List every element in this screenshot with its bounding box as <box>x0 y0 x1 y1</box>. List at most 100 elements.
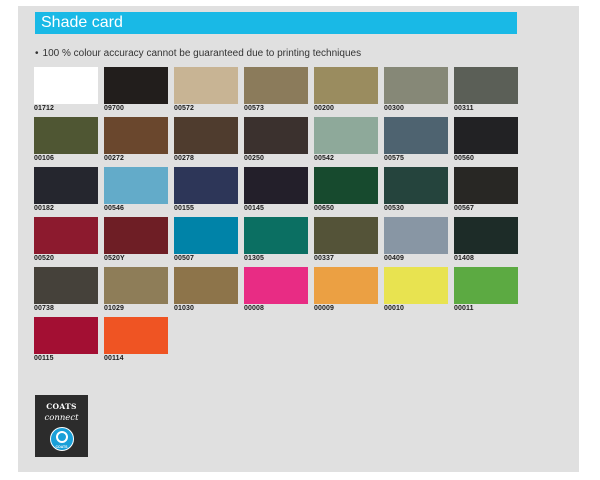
color-swatch: 01305 <box>244 217 308 262</box>
swatch-chip <box>314 67 378 104</box>
swatch-chip <box>174 117 238 154</box>
color-swatch: 00738 <box>34 267 98 312</box>
swatch-code: 01029 <box>104 305 124 312</box>
swatch-chip <box>104 117 168 154</box>
color-swatch: 00572 <box>174 67 238 112</box>
coats-connect-logo: COATS connect COATS <box>35 395 88 457</box>
swatch-code: 00738 <box>34 305 54 312</box>
swatch-chip <box>244 267 308 304</box>
logo-badge-text: COATS <box>55 445 68 449</box>
color-swatch: 00278 <box>174 117 238 162</box>
swatch-chip <box>454 217 518 254</box>
color-swatch: 00155 <box>174 167 238 212</box>
swatch-chip <box>104 267 168 304</box>
swatch-chip <box>384 67 448 104</box>
swatch-code: 00560 <box>454 155 474 162</box>
swatch-code: 00272 <box>104 155 124 162</box>
color-swatch: 00300 <box>384 67 448 112</box>
swatch-code: 00182 <box>34 205 54 212</box>
swatch-code: 00520 <box>34 255 54 262</box>
color-swatch: 00650 <box>314 167 378 212</box>
swatch-code: 00011 <box>454 305 474 312</box>
swatch-chip <box>174 267 238 304</box>
swatch-code: 00010 <box>384 305 404 312</box>
color-swatch: 00560 <box>454 117 518 162</box>
swatch-chip <box>244 217 308 254</box>
color-swatch: 00337 <box>314 217 378 262</box>
color-swatch: 00272 <box>104 117 168 162</box>
swatch-code: 00145 <box>244 205 264 212</box>
logo-brand: COATS <box>46 402 77 411</box>
swatch-code: 00567 <box>454 205 474 212</box>
swatch-code: 01408 <box>454 255 474 262</box>
swatch-chip <box>34 217 98 254</box>
swatch-chip <box>314 167 378 204</box>
swatch-code: 00200 <box>314 105 334 112</box>
swatch-chip <box>104 167 168 204</box>
swatch-code: 00115 <box>34 355 54 362</box>
swatch-chip <box>34 317 98 354</box>
color-swatch: 01030 <box>174 267 238 312</box>
color-swatch: 00200 <box>314 67 378 112</box>
swatch-code: 00573 <box>244 105 264 112</box>
swatch-chip <box>174 167 238 204</box>
disclaimer-text: 100 % colour accuracy cannot be guarante… <box>42 48 362 59</box>
page-title: Shade card <box>35 12 517 34</box>
swatch-chip <box>244 117 308 154</box>
swatch-code: 09700 <box>104 105 124 112</box>
logo-subtitle: connect <box>44 413 79 423</box>
swatch-chip <box>454 67 518 104</box>
swatch-code: 00542 <box>314 155 334 162</box>
swatch-chip <box>34 267 98 304</box>
color-swatch: 0520Y <box>104 217 168 262</box>
swatch-chip <box>244 167 308 204</box>
swatch-code: 01305 <box>244 255 264 262</box>
color-swatch: 00567 <box>454 167 518 212</box>
color-swatch: 00530 <box>384 167 448 212</box>
swatch-chip <box>314 267 378 304</box>
swatch-code: 00008 <box>244 305 264 312</box>
color-swatch: 00011 <box>454 267 518 312</box>
color-swatch: 00575 <box>384 117 448 162</box>
color-swatch: 00250 <box>244 117 308 162</box>
swatch-chip <box>454 267 518 304</box>
color-swatch: 00145 <box>244 167 308 212</box>
color-swatch: 00409 <box>384 217 448 262</box>
color-swatch: 00546 <box>104 167 168 212</box>
color-swatch: 00573 <box>244 67 308 112</box>
swatch-code: 00300 <box>384 105 404 112</box>
color-swatch: 00009 <box>314 267 378 312</box>
swatch-chip <box>314 117 378 154</box>
swatch-code: 00575 <box>384 155 404 162</box>
swatch-chip <box>174 67 238 104</box>
swatch-chip <box>384 267 448 304</box>
swatch-chip <box>34 117 98 154</box>
swatch-code: 00250 <box>244 155 264 162</box>
swatch-chip <box>314 217 378 254</box>
logo-badge-icon: COATS <box>49 427 74 451</box>
swatch-code: 00311 <box>454 105 474 112</box>
swatch-chip <box>384 167 448 204</box>
color-swatch: 09700 <box>104 67 168 112</box>
color-swatch: 00311 <box>454 67 518 112</box>
color-swatch: 00182 <box>34 167 98 212</box>
bullet-icon: • <box>35 48 39 59</box>
color-swatch: 00520 <box>34 217 98 262</box>
swatch-code: 00572 <box>174 105 194 112</box>
swatch-chip <box>174 217 238 254</box>
swatch-code: 00530 <box>384 205 404 212</box>
swatch-code: 00409 <box>384 255 404 262</box>
swatch-code: 01712 <box>34 105 54 112</box>
color-swatch: 01029 <box>104 267 168 312</box>
swatch-chip <box>454 167 518 204</box>
swatch-code: 00114 <box>104 355 124 362</box>
swatch-chip <box>104 317 168 354</box>
swatch-code: 00009 <box>314 305 334 312</box>
color-swatch: 00008 <box>244 267 308 312</box>
swatch-chip <box>34 67 98 104</box>
color-swatch: 00115 <box>34 317 98 362</box>
disclaimer-note: • 100 % colour accuracy cannot be guarant… <box>35 48 361 59</box>
swatch-code: 00546 <box>104 205 124 212</box>
swatch-chip <box>454 117 518 154</box>
swatch-code: 0520Y <box>104 255 125 262</box>
